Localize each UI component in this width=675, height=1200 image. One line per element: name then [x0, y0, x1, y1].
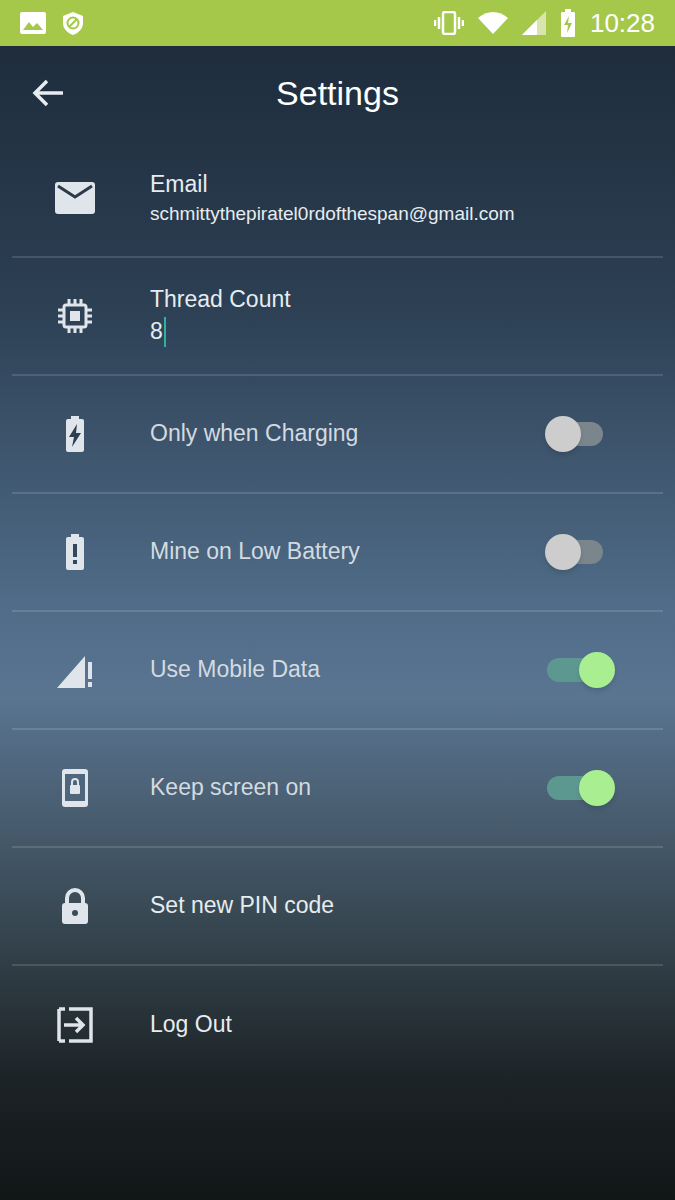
- toggle-label: Keep screen on: [150, 773, 490, 803]
- settings-row[interactable]: Log Out: [12, 966, 663, 1084]
- battery-charging-icon: [560, 9, 576, 37]
- action-label[interactable]: Set new PIN code: [150, 891, 615, 921]
- toggle-label: Use Mobile Data: [150, 655, 490, 685]
- cpu-icon: [55, 296, 95, 336]
- block-icon: [60, 10, 86, 36]
- settings-list: Emailschmittythepiratel0rdofthespan@gmai…: [0, 140, 675, 1084]
- field-label: Thread Count: [150, 285, 615, 315]
- vibrate-icon: [434, 11, 464, 35]
- settings-row[interactable]: Mine on Low Battery: [12, 494, 663, 612]
- field-value[interactable]: 8: [150, 317, 163, 347]
- toggle-switch[interactable]: [545, 532, 615, 572]
- exit-icon: [55, 1005, 95, 1045]
- toggle-label: Mine on Low Battery: [150, 537, 490, 567]
- signal-alert-icon: [55, 650, 95, 690]
- mail-icon: [55, 182, 95, 214]
- header-title: Settings: [276, 68, 399, 119]
- settings-row[interactable]: Keep screen on: [12, 730, 663, 848]
- status-time: 10:28: [590, 10, 655, 36]
- text-cursor: [164, 317, 166, 347]
- battery-alert-icon: [55, 532, 95, 572]
- image-icon: [20, 12, 46, 34]
- settings-screen: 10:28 Settings Emailschmittythepiratel0rdo…: [0, 0, 675, 1200]
- field-label: Email: [150, 170, 615, 200]
- action-label[interactable]: Log Out: [150, 1010, 615, 1040]
- settings-row[interactable]: Use Mobile Data: [12, 612, 663, 730]
- settings-row[interactable]: Emailschmittythepiratel0rdofthespan@gmai…: [12, 140, 663, 258]
- battery-charging-icon: [55, 414, 95, 454]
- settings-row[interactable]: Thread Count8: [12, 258, 663, 376]
- back-arrow-icon: [31, 78, 65, 108]
- wifi-icon: [478, 12, 508, 34]
- status-bar: 10:28: [0, 0, 675, 46]
- back-button[interactable]: [28, 73, 68, 113]
- toggle-switch[interactable]: [545, 768, 615, 808]
- toggle-switch[interactable]: [545, 650, 615, 690]
- settings-row[interactable]: Set new PIN code: [12, 848, 663, 966]
- toggle-switch[interactable]: [545, 414, 615, 454]
- phone-lock-icon: [55, 768, 95, 808]
- field-value[interactable]: schmittythepiratel0rdofthespan@gmail.com: [150, 202, 515, 227]
- settings-row[interactable]: Only when Charging: [12, 376, 663, 494]
- signal-icon: [522, 11, 546, 35]
- toggle-label: Only when Charging: [150, 419, 490, 449]
- app-header: Settings: [0, 46, 675, 140]
- lock-icon: [55, 886, 95, 926]
